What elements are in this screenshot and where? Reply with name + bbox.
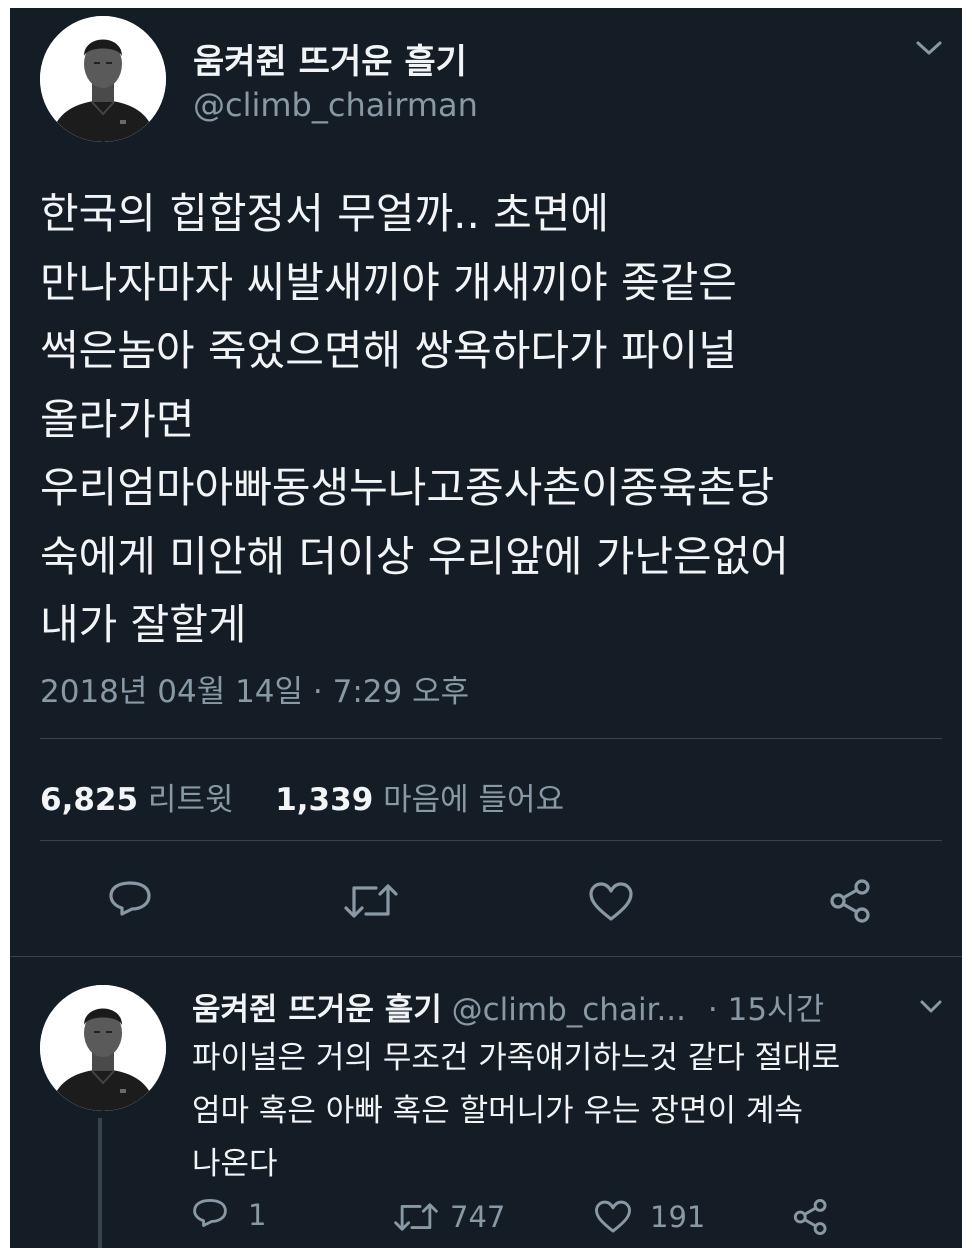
tweet-stats: 6,825 리트윗 1,339 마음에 들어요 — [40, 774, 564, 819]
retweet-label: 리트윗 — [147, 782, 234, 818]
retweet-icon — [394, 1203, 438, 1231]
tweet-text-line: 썩은놈아 죽었으면해 쌍욕하다가 파이널 — [40, 326, 737, 375]
retweet-count-link[interactable]: 6,825 리트윗 — [40, 782, 243, 818]
tweet-text-line: 숙에게 미안해 더이상 우리앞에 가난은없어 — [40, 531, 789, 581]
reply-text-line: 엄마 혹은 아빠 혹은 할머니가 우는 장면이 계속 — [192, 1093, 803, 1129]
tweet-detail-screen: 움켜쥔 뜨거운 흘기 @climb_chairman 한국의 힙합정서 무얼까.… — [10, 8, 962, 1248]
like-button[interactable] — [588, 882, 634, 922]
reply-share-button[interactable] — [792, 1198, 830, 1236]
divider — [40, 840, 942, 841]
reply-like-count: 191 — [650, 1200, 706, 1234]
like-count-link[interactable]: 1,339 마음에 들어요 — [275, 782, 564, 818]
retweet-button[interactable] — [344, 882, 398, 920]
reply-reply-count: 1 — [248, 1198, 267, 1232]
reply-icon — [193, 1199, 227, 1227]
reply-button[interactable] — [108, 880, 152, 922]
avatar[interactable] — [40, 16, 166, 142]
reply-header: 움켜쥔 뜨거운 흘기 @climb_chair... · 15시간 — [192, 984, 824, 1029]
retweet-count: 6,825 — [40, 782, 139, 818]
retweet-icon — [344, 884, 398, 918]
share-icon — [793, 1199, 827, 1235]
author-handle[interactable]: @climb_chairman — [193, 86, 478, 124]
tweet-text-line: 우리엄마아빠동생누나고종사촌이종육촌당 — [40, 463, 775, 512]
like-count: 1,339 — [275, 782, 374, 818]
section-divider — [10, 956, 962, 957]
tweet-text-line: 올라가면 — [40, 394, 195, 444]
reply-retweet-button[interactable]: 747 — [394, 1200, 505, 1234]
reply-like-button[interactable]: 191 — [594, 1200, 705, 1234]
tweet-text-line: 내가 잘할게 — [40, 600, 247, 649]
chevron-down-icon[interactable] — [914, 38, 944, 62]
tweet-text-line: 한국의 힙합정서 무얼까.. 초면에 — [40, 189, 610, 238]
reply-retweet-count: 747 — [450, 1200, 506, 1234]
reply-avatar[interactable] — [40, 985, 166, 1111]
reply-icon — [109, 881, 151, 916]
chevron-down-icon[interactable] — [918, 998, 944, 1020]
tweet-timestamp[interactable]: 2018년 04월 14일 · 7:29 오후 — [40, 666, 469, 711]
reply-reply-button[interactable]: 1 — [192, 1198, 266, 1232]
share-icon — [830, 879, 870, 923]
reply-display-name[interactable]: 움켜쥔 뜨거운 흘기 — [192, 992, 442, 1028]
thread-line — [98, 1118, 102, 1248]
reply-text: 파이널은 거의 무조건 가족얘기하느것 같다 절대로 엄마 혹은 아빠 혹은 할… — [192, 1032, 840, 1191]
tweet-text: 한국의 힙합정서 무얼까.. 초면에 만나자마자 씨발새끼야 개새끼야 좆같은 … — [40, 180, 789, 660]
divider — [40, 738, 942, 739]
reply-text-line: 나온다 — [192, 1146, 278, 1182]
tweet-text-line: 만나자마자 씨발새끼야 개새끼야 좆같은 — [40, 257, 737, 307]
heart-icon — [595, 1200, 631, 1233]
like-label: 마음에 들어요 — [383, 782, 565, 818]
reply-time[interactable]: · 15시간 — [708, 992, 824, 1028]
heart-icon — [589, 882, 633, 921]
share-button[interactable] — [828, 878, 874, 924]
reply-handle[interactable]: @climb_chair... — [452, 992, 686, 1028]
author-display-name[interactable]: 움켜쥔 뜨거운 흘기 — [193, 34, 467, 83]
reply-text-line: 파이널은 거의 무조건 가족얘기하느것 같다 절대로 — [192, 1040, 841, 1076]
